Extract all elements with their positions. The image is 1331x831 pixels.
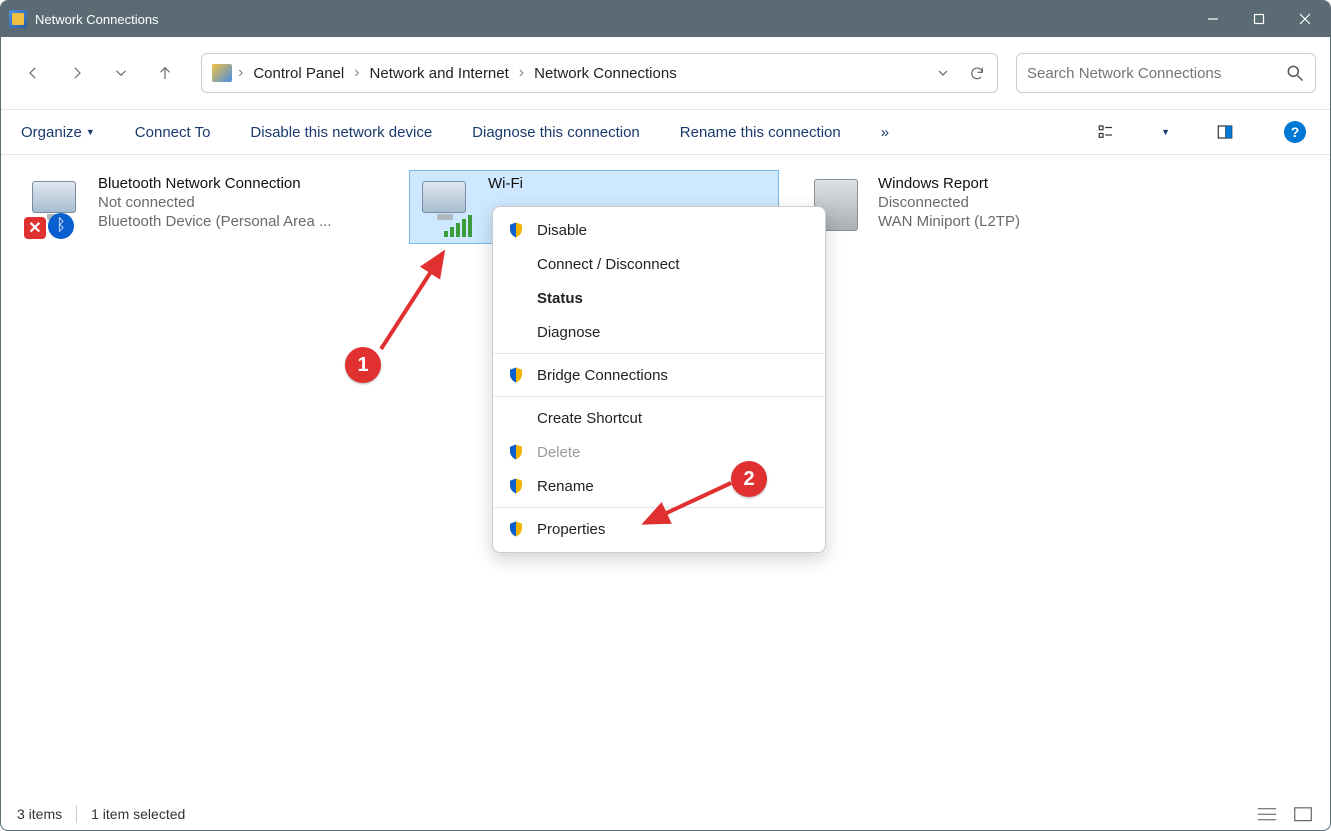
context-label: Connect / Disconnect bbox=[537, 256, 680, 273]
connection-status: Disconnected bbox=[878, 194, 1020, 211]
connection-name: Wi-Fi bbox=[488, 175, 523, 192]
disable-device-button[interactable]: Disable this network device bbox=[250, 124, 432, 141]
connection-device: Bluetooth Device (Personal Area ... bbox=[98, 213, 331, 230]
window-title: Network Connections bbox=[35, 12, 159, 27]
connection-item-windows-report[interactable]: Windows Report Disconnected WAN Miniport… bbox=[799, 170, 1169, 244]
large-icons-view-button[interactable] bbox=[1292, 805, 1314, 823]
connection-device: WAN Miniport (L2TP) bbox=[878, 213, 1020, 230]
search-box[interactable] bbox=[1016, 53, 1316, 93]
status-bar: 3 items 1 item selected bbox=[1, 798, 1330, 830]
status-selection: 1 item selected bbox=[91, 806, 185, 822]
context-create-shortcut[interactable]: Create Shortcut bbox=[493, 401, 825, 435]
context-separator bbox=[493, 353, 825, 354]
error-overlay-icon: ✕ bbox=[24, 217, 46, 239]
up-button[interactable] bbox=[147, 55, 183, 91]
app-icon bbox=[9, 10, 27, 28]
wifi-connection-icon bbox=[414, 175, 478, 239]
context-status[interactable]: Status bbox=[493, 281, 825, 315]
context-label: Delete bbox=[537, 444, 580, 461]
preview-pane-button[interactable] bbox=[1210, 117, 1240, 147]
context-label: Disable bbox=[537, 222, 587, 239]
breadcrumb-control-panel[interactable]: Control Panel bbox=[249, 63, 348, 84]
context-separator bbox=[493, 396, 825, 397]
connection-name: Bluetooth Network Connection bbox=[98, 175, 331, 192]
context-label: Rename bbox=[537, 478, 594, 495]
back-button[interactable] bbox=[15, 55, 51, 91]
help-button[interactable]: ? bbox=[1280, 117, 1310, 147]
close-button[interactable] bbox=[1282, 1, 1328, 37]
shield-icon bbox=[507, 221, 525, 239]
address-bar[interactable]: › Control Panel › Network and Internet ›… bbox=[201, 53, 998, 93]
context-disable[interactable]: Disable bbox=[493, 213, 825, 247]
shield-icon bbox=[507, 477, 525, 495]
context-label: Diagnose bbox=[537, 324, 600, 341]
connect-to-button[interactable]: Connect To bbox=[135, 124, 211, 141]
diagnose-connection-button[interactable]: Diagnose this connection bbox=[472, 124, 640, 141]
shield-icon bbox=[507, 443, 525, 461]
more-commands-button[interactable]: » bbox=[881, 124, 889, 141]
annotation-badge-1: 1 bbox=[345, 347, 381, 383]
nav-area: › Control Panel › Network and Internet ›… bbox=[1, 37, 1330, 109]
status-item-count: 3 items bbox=[17, 806, 62, 822]
connection-status: Not connected bbox=[98, 194, 331, 211]
shield-icon bbox=[507, 366, 525, 384]
breadcrumb-network-connections[interactable]: Network Connections bbox=[530, 63, 681, 84]
titlebar: Network Connections bbox=[1, 1, 1330, 37]
breadcrumb-network-internet[interactable]: Network and Internet bbox=[366, 63, 513, 84]
context-delete: Delete bbox=[493, 435, 825, 469]
view-options-button[interactable] bbox=[1091, 117, 1121, 147]
shield-icon bbox=[507, 520, 525, 538]
minimize-button[interactable] bbox=[1190, 1, 1236, 37]
forward-button[interactable] bbox=[59, 55, 95, 91]
context-diagnose[interactable]: Diagnose bbox=[493, 315, 825, 349]
context-label: Create Shortcut bbox=[537, 410, 642, 427]
status-divider bbox=[76, 805, 77, 823]
context-connect-disconnect[interactable]: Connect / Disconnect bbox=[493, 247, 825, 281]
command-bar: Organize▼ Connect To Disable this networ… bbox=[1, 109, 1330, 155]
rename-connection-button[interactable]: Rename this connection bbox=[680, 124, 841, 141]
annotation-badge-2: 2 bbox=[731, 461, 767, 497]
connection-name: Windows Report bbox=[878, 175, 1020, 192]
organize-menu[interactable]: Organize▼ bbox=[21, 124, 95, 141]
refresh-button[interactable] bbox=[963, 59, 991, 87]
search-icon[interactable] bbox=[1285, 63, 1305, 83]
recent-dropdown[interactable] bbox=[103, 55, 139, 91]
chevron-right-icon[interactable]: › bbox=[238, 64, 243, 82]
address-history-dropdown[interactable] bbox=[929, 59, 957, 87]
details-view-button[interactable] bbox=[1256, 805, 1278, 823]
bluetooth-overlay-icon: ᛒ bbox=[48, 213, 74, 239]
search-input[interactable] bbox=[1027, 65, 1285, 82]
connection-item-bluetooth[interactable]: ✕ ᛒ Bluetooth Network Connection Not con… bbox=[19, 170, 389, 244]
bluetooth-connection-icon: ✕ ᛒ bbox=[24, 175, 88, 239]
address-icon bbox=[212, 64, 232, 82]
context-bridge[interactable]: Bridge Connections bbox=[493, 358, 825, 392]
annotation-arrow-1 bbox=[375, 245, 455, 355]
context-label: Properties bbox=[537, 521, 605, 538]
maximize-button[interactable] bbox=[1236, 1, 1282, 37]
chevron-right-icon[interactable]: › bbox=[354, 64, 359, 82]
context-label: Status bbox=[537, 290, 583, 307]
signal-bars-icon bbox=[444, 215, 472, 237]
context-label: Bridge Connections bbox=[537, 367, 668, 384]
chevron-right-icon[interactable]: › bbox=[519, 64, 524, 82]
view-options-caret[interactable]: ▼ bbox=[1161, 127, 1170, 137]
annotation-arrow-2 bbox=[637, 479, 737, 539]
